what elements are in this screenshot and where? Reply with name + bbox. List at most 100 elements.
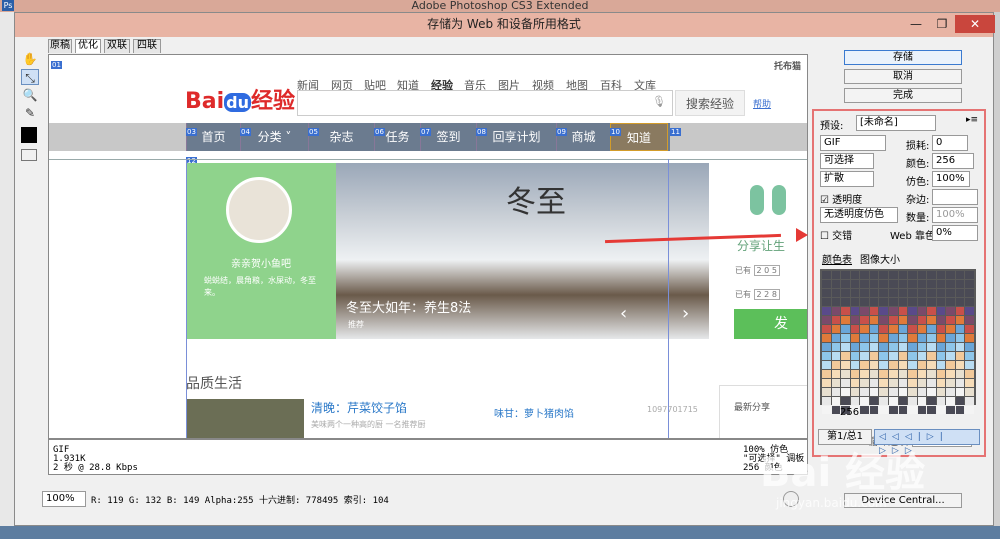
- banner-image[interactable]: 冬至 冬至大如年：养生8法 推荐 ‹ ›: [336, 163, 709, 339]
- color-swatch[interactable]: [946, 316, 955, 324]
- color-swatch[interactable]: [917, 388, 927, 396]
- color-swatch[interactable]: [860, 343, 869, 351]
- avatar[interactable]: [226, 177, 292, 243]
- color-swatch[interactable]: [841, 280, 850, 288]
- color-swatch[interactable]: [927, 406, 936, 414]
- color-swatch[interactable]: [908, 352, 917, 360]
- help-link[interactable]: 帮助: [753, 97, 771, 110]
- color-swatch[interactable]: [898, 271, 908, 279]
- color-swatch[interactable]: [927, 379, 936, 387]
- color-swatch[interactable]: [831, 325, 841, 333]
- color-swatch[interactable]: [860, 325, 869, 333]
- color-swatch[interactable]: [831, 334, 841, 342]
- color-swatch[interactable]: [898, 334, 908, 342]
- color-swatch[interactable]: [965, 298, 974, 306]
- color-swatch[interactable]: [850, 325, 860, 333]
- color-swatch[interactable]: [917, 307, 927, 315]
- color-swatch[interactable]: [850, 388, 860, 396]
- color-swatch[interactable]: [841, 397, 850, 405]
- color-swatch[interactable]: [917, 379, 927, 387]
- color-swatch[interactable]: [879, 298, 888, 306]
- prev-arrow-icon[interactable]: ‹: [620, 303, 627, 324]
- color-swatch[interactable]: [850, 280, 860, 288]
- color-swatch[interactable]: [888, 361, 898, 369]
- color-swatch[interactable]: [831, 280, 841, 288]
- color-swatch[interactable]: [879, 343, 888, 351]
- color-swatch[interactable]: [888, 316, 898, 324]
- color-swatch[interactable]: [831, 352, 841, 360]
- hand-icon[interactable]: ✋: [21, 51, 39, 67]
- zoom-icon[interactable]: 🔍: [21, 87, 39, 103]
- color-swatch[interactable]: [917, 343, 927, 351]
- share-button[interactable]: 发: [734, 309, 807, 339]
- color-swatch[interactable]: [917, 298, 927, 306]
- color-swatch[interactable]: [879, 352, 888, 360]
- color-swatch[interactable]: [908, 343, 917, 351]
- color-swatch[interactable]: [927, 343, 936, 351]
- tab-original[interactable]: 原稿: [48, 39, 72, 53]
- slice-select-icon[interactable]: ⤡: [21, 69, 39, 85]
- color-swatch[interactable]: [936, 370, 946, 378]
- color-swatch[interactable]: [888, 352, 898, 360]
- color-swatch[interactable]: [917, 370, 927, 378]
- color-swatch[interactable]: [841, 271, 850, 279]
- color-swatch[interactable]: [917, 271, 927, 279]
- banner-title[interactable]: 冬至大如年：养生8法: [346, 297, 471, 316]
- toggle-slices-icon[interactable]: [21, 149, 37, 161]
- tab-image-size[interactable]: 图像大小: [860, 251, 900, 266]
- color-swatch[interactable]: [965, 289, 974, 297]
- color-swatch[interactable]: [927, 271, 936, 279]
- color-swatch[interactable]: [965, 325, 974, 333]
- reduction-select[interactable]: 可选择: [820, 153, 874, 169]
- color-swatch[interactable]: [841, 388, 850, 396]
- color-swatch[interactable]: [822, 379, 831, 387]
- color-swatch[interactable]: [831, 271, 841, 279]
- close-button[interactable]: ✕: [955, 15, 995, 33]
- color-swatch[interactable]: [879, 316, 888, 324]
- color-swatch[interactable]: [860, 316, 869, 324]
- article-link[interactable]: 味甘：萝卜猪肉馅: [494, 405, 574, 420]
- color-swatch[interactable]: [908, 316, 917, 324]
- color-swatch[interactable]: [822, 352, 831, 360]
- color-swatch[interactable]: [917, 397, 927, 405]
- color-swatch[interactable]: [927, 280, 936, 288]
- color-swatch[interactable]: [955, 352, 965, 360]
- color-swatch[interactable]: [850, 361, 860, 369]
- color-swatch[interactable]: [869, 271, 879, 279]
- color-swatch[interactable]: [888, 397, 898, 405]
- color-swatch[interactable]: [908, 280, 917, 288]
- color-swatch[interactable]: [946, 397, 955, 405]
- color-swatch[interactable]: [927, 307, 936, 315]
- color-swatch[interactable]: [879, 388, 888, 396]
- color-swatch[interactable]: [869, 289, 879, 297]
- color-swatch[interactable]: [841, 379, 850, 387]
- color-swatch[interactable]: [831, 361, 841, 369]
- color-swatch[interactable]: [965, 397, 974, 405]
- color-swatch[interactable]: [946, 298, 955, 306]
- color-swatch[interactable]: [917, 352, 927, 360]
- color-swatch[interactable]: [860, 370, 869, 378]
- color-swatch[interactable]: [917, 280, 927, 288]
- color-swatch[interactable]: [831, 388, 841, 396]
- color-swatch[interactable]: [822, 298, 831, 306]
- color-swatch[interactable]: [831, 343, 841, 351]
- color-swatch[interactable]: [917, 289, 927, 297]
- color-swatch[interactable]: [869, 361, 879, 369]
- color-swatch[interactable]: [860, 298, 869, 306]
- color-swatch[interactable]: [841, 334, 850, 342]
- tab-color-table[interactable]: 颜色表: [822, 251, 852, 266]
- color-swatch[interactable]: [841, 307, 850, 315]
- color-swatch[interactable]: [869, 316, 879, 324]
- preset-select[interactable]: [未命名]: [856, 115, 936, 131]
- color-swatch[interactable]: [860, 280, 869, 288]
- color-swatch[interactable]: [879, 406, 888, 414]
- color-swatch[interactable]: [965, 352, 974, 360]
- color-swatch[interactable]: [898, 361, 908, 369]
- color-swatch[interactable]: [822, 406, 831, 414]
- color-swatch[interactable]: [908, 388, 917, 396]
- color-swatch[interactable]: [888, 343, 898, 351]
- color-swatch[interactable]: [860, 397, 869, 405]
- color-swatch[interactable]: [850, 334, 860, 342]
- color-swatch[interactable]: [831, 298, 841, 306]
- transparency-checkbox[interactable]: ☑ 透明度: [820, 191, 862, 206]
